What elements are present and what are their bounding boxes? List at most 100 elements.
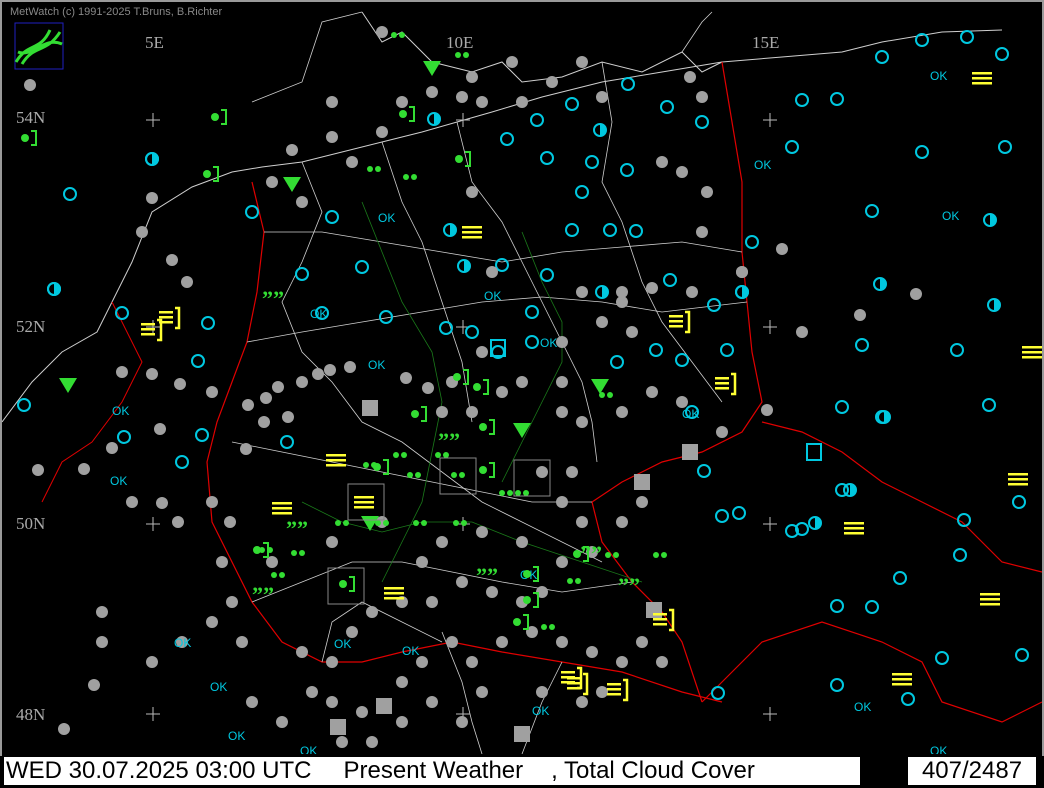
clear-sky-station [295,267,309,281]
fog-bars-icon [354,506,374,509]
fog-bars-icon [462,231,482,234]
overcast-station [506,56,518,68]
clear-sky-station [950,343,964,357]
overcast-station [456,576,468,588]
fog-bars-icon [326,464,346,467]
ok-station-label: OK [402,644,419,658]
overcast-station [436,536,448,548]
lon-label-10e: 10E [446,33,473,52]
fog-bars-icon [354,496,374,499]
overcast-station [556,556,568,568]
overcast-station [456,91,468,103]
clear-sky-station [63,187,77,201]
overcast-station [286,144,298,156]
fog-bars-icon [1008,473,1028,476]
fog-bars-icon [1022,346,1042,349]
overcast-station [466,406,478,418]
clear-sky-station [621,77,635,91]
overcast-station [426,596,438,608]
overcast-station [242,399,254,411]
highlight-box [439,457,477,495]
fog-bars-icon [272,512,292,515]
clear-sky-station [865,600,879,614]
overcast-station [306,686,318,698]
clear-sky-station [835,400,849,414]
ok-station-label: OK [754,158,771,172]
rain-dots-icon [453,520,459,526]
drizzle-commas-icon: ”” [252,582,274,607]
border-east [591,61,763,703]
overcast-station [266,176,278,188]
overcast-station [616,656,628,668]
fog-bracket-icon [583,672,589,696]
fog-bracket-icon [685,310,691,334]
overcast-station [312,368,324,380]
clear-sky-station [1015,648,1029,662]
ok-station-label: OK [334,637,351,651]
weather-map[interactable]: 5E 10E 15E 54N 52N 50N 48N OK OK OK OK OK OK O… [2,2,1042,754]
drizzle-commas-icon: ”” [476,563,498,588]
sky-obscured-station [634,474,650,490]
clear-sky-station [195,428,209,442]
overcast-station [476,96,488,108]
overcast-station [88,679,100,691]
status-bar: WED 30.07.2025 03:00 UTC Present Weather,… [0,756,1044,788]
clear-sky-station [117,430,131,444]
rain-dots-icon [451,472,457,478]
clear-sky-station [355,260,369,274]
clear-sky-station [500,132,514,146]
rain-shower-icon [533,592,539,608]
overcast-station [566,466,578,478]
fog-bracket-icon [669,608,675,632]
overcast-station [446,636,458,648]
overcast-station [422,382,434,394]
overcast-station [636,496,648,508]
rain-shower-icon [383,459,389,475]
status-date-time: WED 30.07.2025 03:00 UTC [6,757,312,784]
overcast-station [224,516,236,528]
ok-station-label: OK [300,744,317,754]
overcast-station [260,392,272,404]
overcast-station [476,346,488,358]
rain-dots-icon [407,472,413,478]
rain-dots-icon [541,624,547,630]
shower-triangle-icon [591,379,609,394]
overcast-station [32,464,44,476]
station-square-icon [806,443,822,461]
fog-bars-icon [844,527,864,530]
overcast-station [396,96,408,108]
overcast-station [476,526,488,538]
fog-bars-icon [892,673,912,676]
clear-sky-station [575,185,589,199]
rain-shower-icon [489,419,495,435]
clear-sky-station [245,205,259,219]
overcast-station [326,96,338,108]
river [501,231,563,483]
border-czech [761,421,1042,573]
overcast-station [24,79,36,91]
overcast-station [324,364,336,376]
drizzle-commas-icon: ”” [262,286,284,311]
overcast-station [616,406,628,418]
overcast-station [696,226,708,238]
overcast-station [796,326,808,338]
overcast-station [282,411,294,423]
overcast-station [536,466,548,478]
overcast-station [696,91,708,103]
overcast-station [646,386,658,398]
clear-sky-station [495,258,509,272]
sky-obscured-station [330,719,346,735]
overcast-station [78,463,90,475]
clear-sky-station [855,338,869,352]
lat-label-48n: 48N [16,705,45,724]
overcast-station [326,131,338,143]
rain-dots-icon [567,578,573,584]
overcast-station [466,186,478,198]
lon-label-5e: 5E [145,33,164,52]
clear-sky-station [525,305,539,319]
overcast-station [58,723,70,735]
clear-sky-station [695,115,709,129]
rain-dots-icon [515,490,521,496]
overcast-station [172,516,184,528]
clear-sky-station [697,464,711,478]
